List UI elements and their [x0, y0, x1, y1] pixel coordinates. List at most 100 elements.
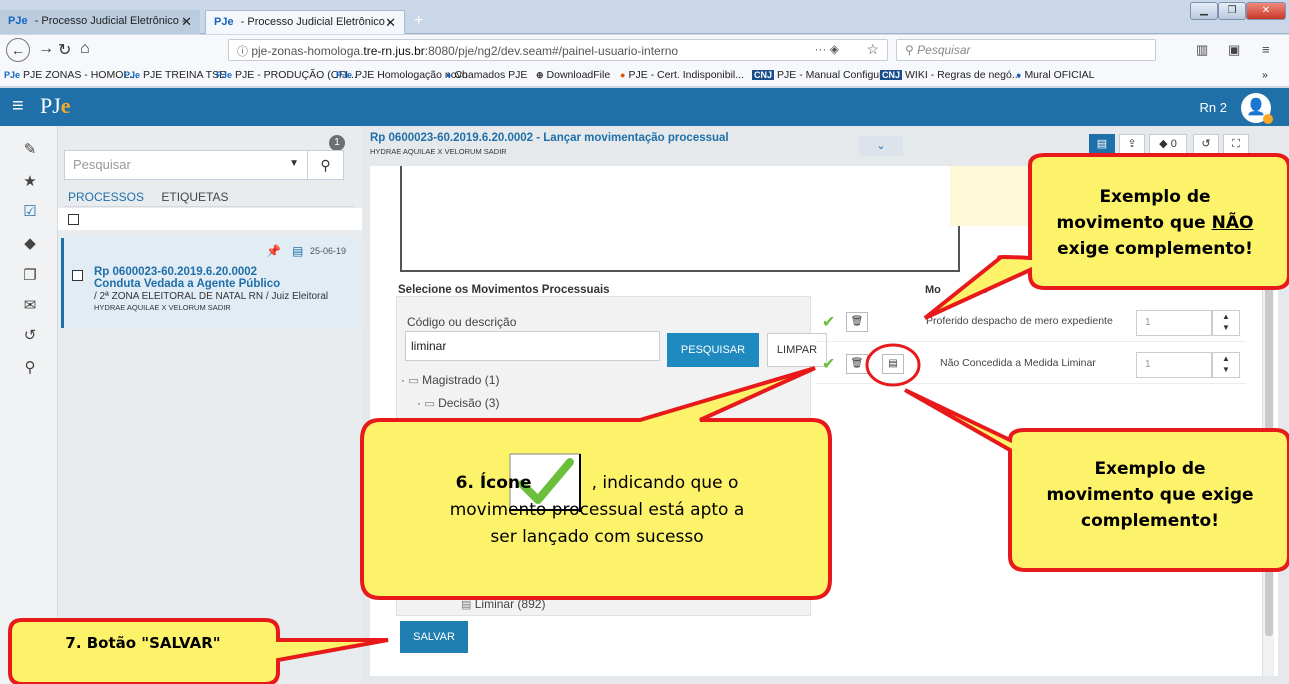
search-icon: ⚲	[905, 43, 914, 57]
chevron-down-icon[interactable]: ▼	[289, 158, 299, 169]
callout-requires-complement: Exemplo de movimento que exige complemen…	[1046, 459, 1254, 531]
copy-icon[interactable]: ❐	[20, 266, 40, 286]
pje-logo: PJe	[40, 93, 71, 118]
process-class: Conduta Vedada a Agente Público	[94, 278, 281, 290]
maximize-icon[interactable]: ❐	[1218, 2, 1246, 20]
movement-description: Proferido despacho de mero expediente	[926, 315, 1113, 327]
url-host: tre-rn.jus.br	[363, 44, 425, 58]
process-number[interactable]: Rp 0600023-60.2019.6.20.0002	[94, 266, 257, 278]
chevron-down-icon[interactable]: ⌄	[859, 136, 903, 156]
share-icon[interactable]: ⇪	[1119, 134, 1145, 154]
home-icon[interactable]: ⌂	[80, 40, 90, 58]
history-icon[interactable]: ↺	[20, 326, 40, 346]
bookmark-item[interactable]: PJe PJE ZONAS - HOMOL...	[4, 69, 138, 81]
select-all-checkbox[interactable]	[68, 214, 79, 225]
tree-node-decisao[interactable]: · ▭ Decisão (3)	[417, 396, 499, 410]
process-date: 25-06-19	[310, 246, 347, 256]
trash-icon[interactable]: 🗑	[846, 312, 868, 332]
globe-icon: ●	[446, 70, 452, 80]
user-avatar-icon[interactable]: 👤	[1241, 93, 1273, 124]
hamburger-icon[interactable]: ≡	[12, 95, 24, 118]
browser-search-input[interactable]: ⚲ Pesquisar	[896, 39, 1156, 61]
process-card[interactable]: 📌 ▤ 25-06-19 Rp 0600023-60.2019.6.20.000…	[61, 238, 362, 328]
pje-favicon-icon: PJe	[8, 15, 28, 27]
callout-save-button: 7. Botão "SALVAR"	[65, 634, 221, 652]
close-tab-icon[interactable]: ✕	[181, 14, 192, 30]
book-icon: ▭	[424, 398, 435, 410]
code-input[interactable]: liminar	[405, 331, 660, 361]
trash-icon[interactable]: 🗑	[846, 354, 868, 374]
close-tab-icon[interactable]: ✕	[385, 15, 396, 31]
tree-node-liminar[interactable]: ▤ Liminar (892)	[461, 597, 545, 611]
mail-icon[interactable]: ✉	[20, 296, 40, 316]
process-checkbox[interactable]	[72, 270, 83, 281]
select-all-row	[58, 208, 362, 230]
pencil-icon[interactable]: ✎	[20, 140, 40, 160]
search-button[interactable]: PESQUISAR	[667, 333, 759, 367]
minimize-icon[interactable]: ▁	[1190, 2, 1218, 20]
page-actions-icon[interactable]: ··· ◈	[814, 42, 839, 56]
pin-icon[interactable]: 📌	[266, 244, 281, 258]
tags-icon[interactable]: ◆	[20, 234, 40, 254]
sidebar-icon[interactable]: ▣	[1228, 42, 1240, 58]
status-dot	[1263, 114, 1273, 124]
history-icon[interactable]: ↺	[1193, 134, 1219, 154]
save-button[interactable]: SALVAR	[400, 621, 468, 653]
quantity-input[interactable]: 1	[1136, 352, 1212, 378]
more-bookmarks-icon[interactable]: »	[1262, 69, 1268, 81]
check-icon: ✔	[822, 356, 836, 373]
process-parties: HYDRAE AQUILAE X VELORUM SADIR	[94, 303, 231, 312]
pje-favicon-icon: PJe	[4, 70, 21, 80]
url-path: :8080/pje/ng2/dev.seam#/painel-usuario-i…	[424, 44, 679, 58]
complement-icon[interactable]: ▤	[882, 354, 904, 374]
bookmark-item[interactable]: ● PJE - Cert. Indisponibil...	[620, 69, 744, 81]
quantity-stepper[interactable]: ▲ ▼	[1212, 352, 1240, 378]
movements-panel: Código ou descrição liminar PESQUISAR LI…	[396, 296, 827, 616]
bookmark-item[interactable]: PJe PJE TREINA TSE	[124, 69, 226, 81]
browser-tab-2[interactable]: PJe - Processo Judicial Eletrônico - ✕	[205, 10, 405, 34]
page-title: Rp 0600023-60.2019.6.20.0002 - Lançar mo…	[370, 132, 729, 144]
process-search-input[interactable]: Pesquisar ▼ ⚲	[64, 150, 344, 180]
document-icon[interactable]: ▤	[292, 244, 303, 258]
search-placeholder: Pesquisar	[73, 157, 131, 172]
globe-icon: ⊕	[536, 70, 544, 80]
back-icon[interactable]: ←	[6, 38, 30, 62]
tab-title: - Processo Judicial Eletrônico -	[34, 15, 186, 27]
bookmark-star-icon[interactable]: ☆	[866, 41, 879, 58]
page-subtitle: HYDRAE AQUILAE X VELORUM SADIR	[370, 147, 507, 156]
text-frame	[400, 166, 960, 272]
document-icon[interactable]: ▤	[1089, 134, 1115, 154]
new-tab-icon[interactable]: +	[414, 12, 423, 30]
library-icon[interactable]: ▥	[1196, 42, 1208, 58]
tree-node-magistrado[interactable]: · ▭ Magistrado (1)	[401, 373, 499, 387]
star-icon[interactable]: ★	[20, 172, 40, 192]
window-close-icon[interactable]: ✕	[1246, 2, 1286, 20]
selected-movement-row: ✔ 🗑 ▤ Não Concedida a Medida Liminar 1 ▲…	[816, 344, 1246, 384]
fullscreen-icon[interactable]: ⛶	[1223, 134, 1249, 154]
bookmark-item[interactable]: ● Chamados PJE	[446, 69, 527, 81]
bookmark-item[interactable]: CNJ WIKI - Regras de negó...	[880, 69, 1021, 81]
quantity-stepper[interactable]: ▲ ▼	[1212, 310, 1240, 336]
bookmark-item[interactable]: ● Mural OFICIAL	[1016, 69, 1094, 81]
search-icon[interactable]: ⚲	[307, 151, 343, 179]
main-toolbar: ▤ ⇪ ◆ 0 ↺ ⛶	[1073, 134, 1273, 156]
tab-title: - Processo Judicial Eletrônico -	[240, 16, 392, 28]
process-count-badge: 1	[329, 135, 345, 151]
browser-tab-1[interactable]: PJe - Processo Judicial Eletrônico - ✕	[0, 10, 200, 34]
reload-icon[interactable]: ↻	[58, 40, 71, 60]
url-bar[interactable]: ⓘ pje-zonas-homologa.tre-rn.jus.br:8080/…	[228, 39, 888, 61]
cnj-icon: CNJ	[752, 70, 775, 80]
checkbox-icon[interactable]: ☑	[20, 202, 40, 222]
search-icon[interactable]: ⚲	[20, 358, 40, 378]
callout-no-complement: Exemplo de movimento que NÃO exige compl…	[1056, 187, 1254, 259]
tags-icon[interactable]: ◆ 0	[1149, 134, 1187, 154]
bookmark-item[interactable]: CNJ PJE - Manual Configur...	[752, 69, 891, 81]
tab-processos[interactable]: PROCESSOS	[68, 190, 144, 204]
bookmark-item[interactable]: ⊕ DownloadFile	[536, 69, 610, 81]
forward-icon[interactable]: →	[38, 40, 54, 58]
quantity-input[interactable]: 1	[1136, 310, 1212, 336]
tab-etiquetas[interactable]: ETIQUETAS	[161, 190, 228, 204]
process-tabs: PROCESSOS ETIQUETAS	[68, 190, 243, 204]
pje-favicon-icon: PJe	[336, 70, 353, 80]
menu-icon[interactable]: ≡	[1262, 42, 1270, 57]
